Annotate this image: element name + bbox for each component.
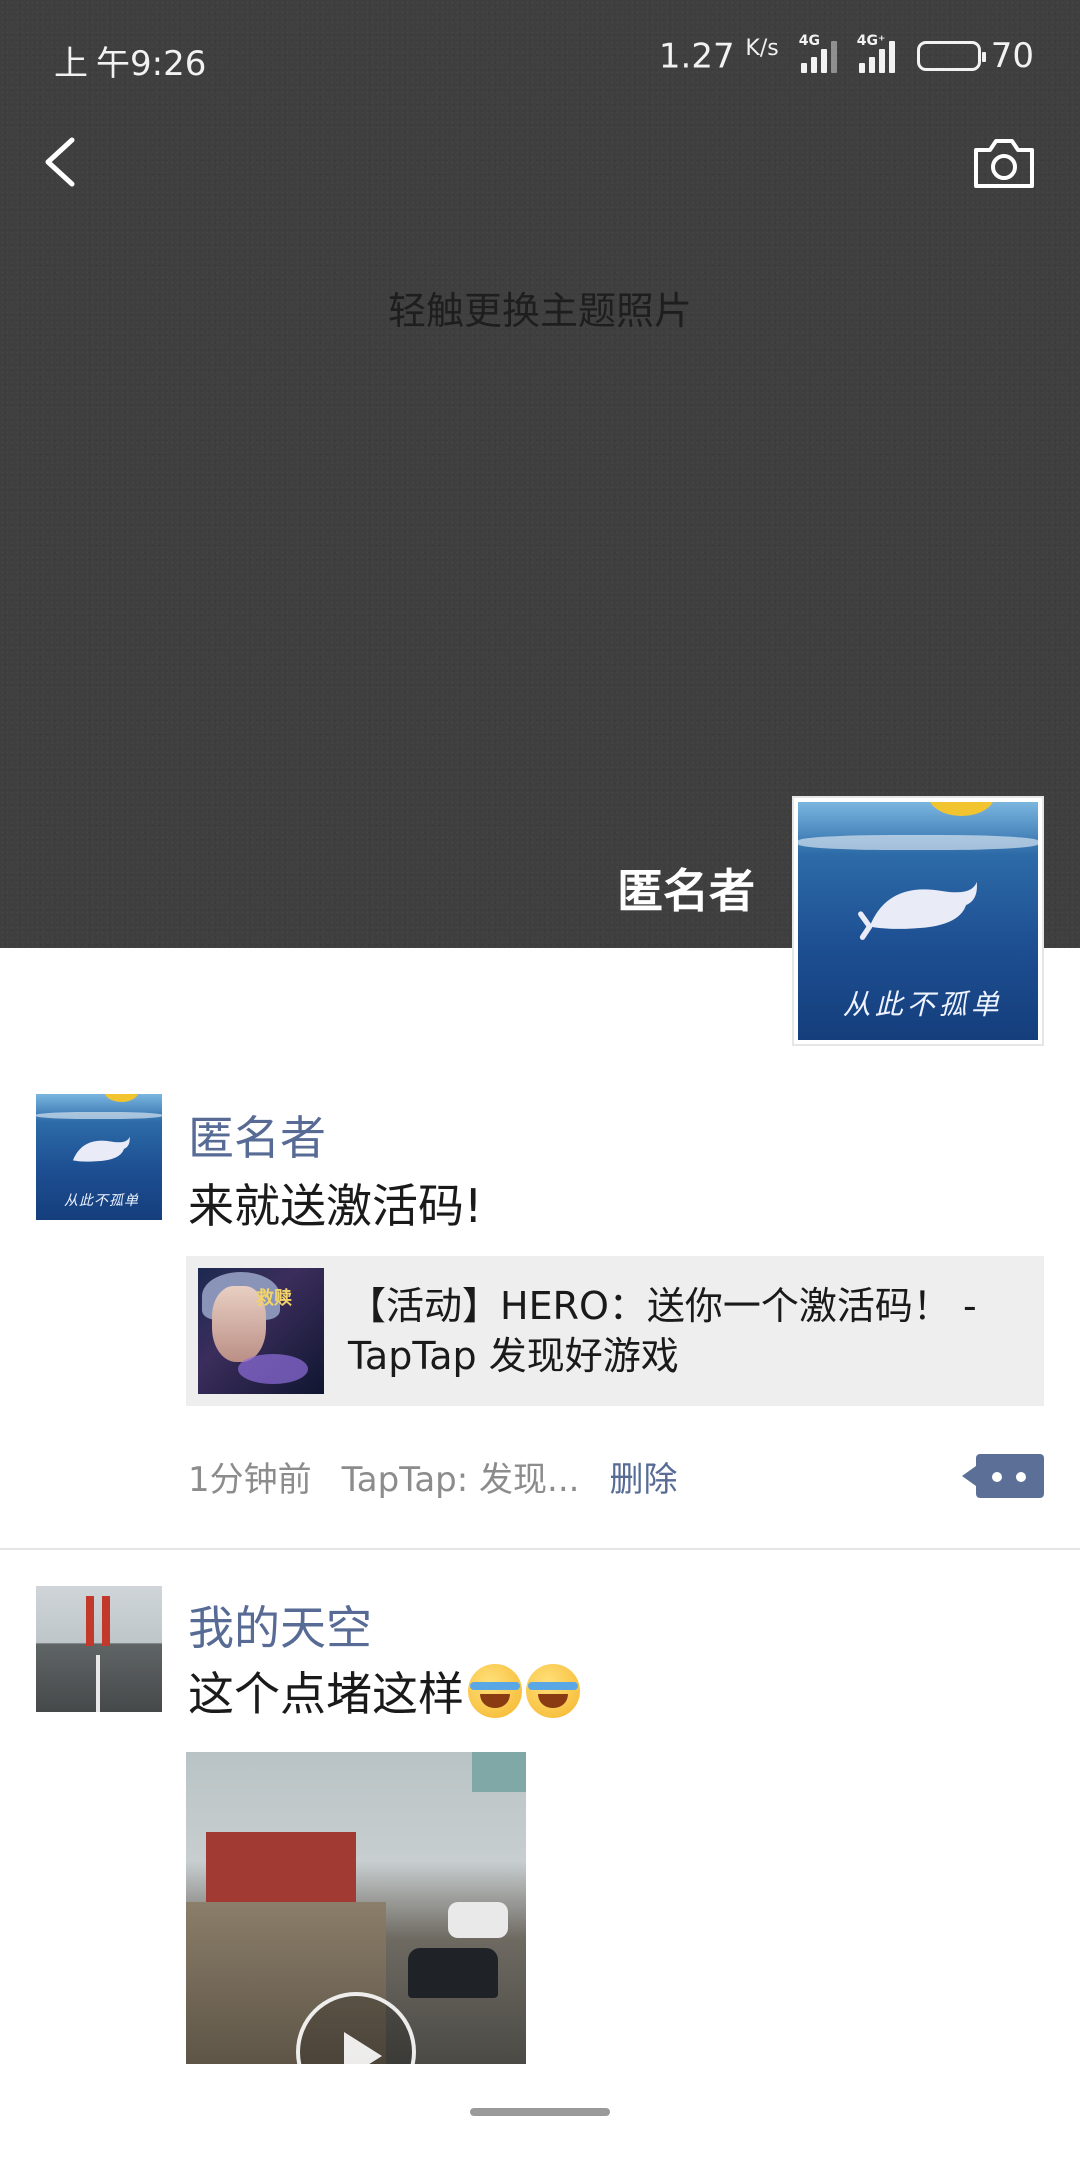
whale-avatar-image: 从此不孤单 (798, 802, 1038, 1040)
signal-tag-sim2: 4G⁺ (856, 33, 886, 50)
change-cover-hint[interactable]: 轻触更换主题照片 (0, 280, 1080, 335)
signal-tag-sim1: 4G (798, 33, 820, 50)
post-avatar[interactable] (36, 1586, 162, 1712)
carrier-icon: 上 (54, 44, 88, 84)
shared-link-card[interactable]: 救赎 【活动】HERO：送你一个激活码！ - TapTap 发现好游戏 (186, 1256, 1044, 1406)
post-author[interactable]: 我的天空 (188, 1592, 372, 1658)
whale-avatar-image: 从此不孤单 (36, 1094, 162, 1220)
comment-icon[interactable] (962, 1454, 1044, 1498)
post-text: 这个点堵这样 (188, 1658, 580, 1724)
post-avatar[interactable]: 从此不孤单 (36, 1094, 162, 1220)
status-right: 1.27 K/s 4G 4G⁺ 70 (659, 33, 1034, 77)
back-icon[interactable] (36, 132, 88, 192)
signal-icon-sim2: 4G⁺ (857, 33, 895, 74)
link-thumbnail-title: 救赎 (256, 1288, 292, 1309)
delete-link[interactable]: 删除 (609, 1452, 677, 1501)
laughing-crying-emoji-icon (526, 1664, 580, 1718)
post-divider (0, 1548, 1080, 1550)
network-speed-unit: K/s (745, 36, 779, 61)
bridge-avatar-image (36, 1586, 162, 1712)
moment-post: 从此不孤单 匿名者 来就送激活码! 救赎 【活动】HERO：送你一个激活码！ -… (0, 1094, 1080, 1544)
status-time: 午9:26 (96, 44, 207, 84)
profile-name: 匿名者 (617, 864, 755, 918)
network-speed-value: 1.27 (658, 36, 735, 77)
battery-icon (916, 41, 986, 72)
link-title: 【活动】HERO：送你一个激活码！ - TapTap 发现好游戏 (348, 1284, 977, 1378)
post-source[interactable]: TapTap: 发现... (342, 1452, 580, 1501)
video-thumbnail[interactable] (186, 1752, 526, 2064)
battery-level: 70 (990, 36, 1034, 77)
post-text-content: 这个点堵这样 (188, 1667, 464, 1721)
network-speed: 1.27 K/s (659, 36, 779, 76)
laughing-crying-emoji-icon (468, 1664, 522, 1718)
status-left: 上 午9:26 (54, 36, 206, 85)
status-bar: 上 午9:26 1.27 K/s 4G 4G⁺ 70 (0, 0, 1080, 118)
signal-icon-sim1: 4G (799, 33, 837, 74)
camera-icon[interactable] (972, 136, 1036, 190)
profile-avatar[interactable]: 从此不孤单 (792, 796, 1044, 1046)
post-time: 1分钟前 (188, 1460, 312, 1500)
moment-post: 我的天空 这个点堵这样 (0, 1586, 1080, 2066)
battery-indicator: 70 (916, 36, 1034, 77)
post-meta: 1分钟前 TapTap: 发现... 删除 (188, 1452, 677, 1501)
link-thumbnail: 救赎 (198, 1268, 324, 1394)
post-text: 来就送激活码! (188, 1179, 483, 1233)
post-author[interactable]: 匿名者 (188, 1102, 326, 1168)
home-indicator[interactable] (470, 2108, 610, 2116)
